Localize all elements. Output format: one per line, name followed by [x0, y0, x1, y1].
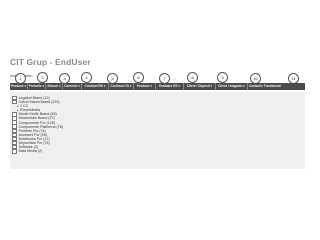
tree-item-label: Data Media (2) — [18, 149, 43, 154]
menu-item[interactable]: Produse ▾ — [134, 83, 156, 90]
menu-item[interactable]: Client / magazin ▾ — [216, 83, 248, 90]
callout-marker: 6 — [133, 72, 144, 83]
menu-item[interactable]: Evaluare ES ▾ — [156, 83, 184, 90]
menu-item[interactable]: Client / Depozit ▾ — [184, 83, 216, 90]
expand-box-icon[interactable] — [12, 99, 17, 105]
callout-marker: 4 — [81, 72, 92, 83]
page-title: CIT Grup - EndUser — [10, 57, 91, 67]
menu-item[interactable]: Contract RS ▾ — [82, 83, 109, 90]
callout-marker: 2 — [37, 72, 48, 83]
callout-marker: 9 — [217, 72, 228, 83]
menu-item[interactable]: Conturile Functionari — [248, 83, 282, 90]
callout-marker: 8 — [187, 72, 198, 83]
expand-box-icon[interactable] — [12, 148, 17, 154]
menu-item[interactable]: Preturile ▾ — [28, 83, 46, 90]
menu-item[interactable]: Produse ▾ — [10, 83, 28, 90]
content-panel: Legaturi Brand (12) Calcul Marca Brand (2… — [10, 92, 305, 169]
category-tree: Legaturi Brand (12) Calcul Marca Brand (2… — [12, 95, 63, 154]
tree-item[interactable]: Data Media (2) — [12, 148, 63, 154]
menu-item[interactable]: Contract CS ▾ — [109, 83, 134, 90]
menu-item[interactable]: Stocuri ▾ — [46, 83, 63, 90]
menu-item[interactable]: Comenzi ▾ — [63, 83, 82, 90]
main-menu-bar: Produse ▾ Preturile ▾ Stocuri ▾ Comenzi ▾ Co… — [10, 83, 305, 90]
